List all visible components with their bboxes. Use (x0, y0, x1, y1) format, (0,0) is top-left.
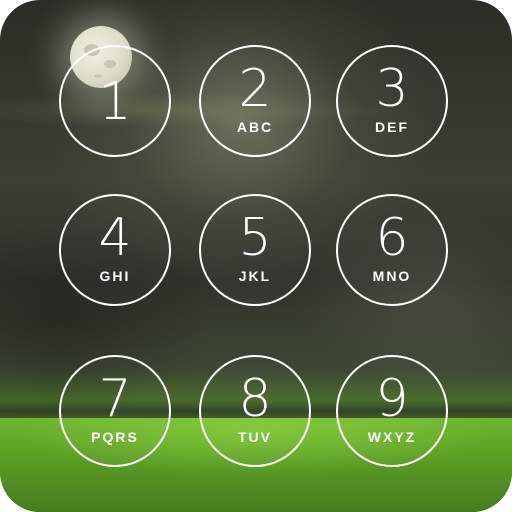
key-letters: ABC (236, 119, 274, 135)
key-digit: 7 (98, 369, 132, 429)
key-7[interactable]: 7 PQRS (59, 355, 171, 467)
key-digit: 3 (375, 59, 409, 119)
app-icon-background: 1 2 ABC 3 DEF 4 GHI 5 JKL 6 MNO 7 PQRS 8… (0, 0, 512, 512)
key-letters: JKL (238, 268, 272, 284)
key-2[interactable]: 2 ABC (199, 45, 311, 157)
key-9[interactable]: 9 WXYZ (336, 355, 448, 467)
key-digit: 2 (238, 59, 272, 119)
key-digit: 8 (238, 369, 272, 429)
key-5[interactable]: 5 JKL (199, 194, 311, 306)
key-8[interactable]: 8 TUV (199, 355, 311, 467)
key-letters: TUV (238, 429, 272, 445)
key-4[interactable]: 4 GHI (59, 194, 171, 306)
key-letters: PQRS (91, 429, 139, 445)
key-digit: 4 (98, 208, 132, 268)
key-digit: 5 (238, 208, 272, 268)
key-letters: MNO (372, 268, 412, 284)
passcode-keypad: 1 2 ABC 3 DEF 4 GHI 5 JKL 6 MNO 7 PQRS 8… (0, 0, 512, 512)
key-3[interactable]: 3 DEF (336, 45, 448, 157)
key-letters: DEF (375, 119, 409, 135)
key-digit: 9 (375, 369, 409, 429)
key-letters: GHI (99, 268, 131, 284)
key-digit: 1 (98, 72, 132, 132)
key-1[interactable]: 1 (59, 45, 171, 157)
key-letters: WXYZ (367, 429, 417, 445)
key-6[interactable]: 6 MNO (336, 194, 448, 306)
key-digit: 6 (375, 208, 409, 268)
